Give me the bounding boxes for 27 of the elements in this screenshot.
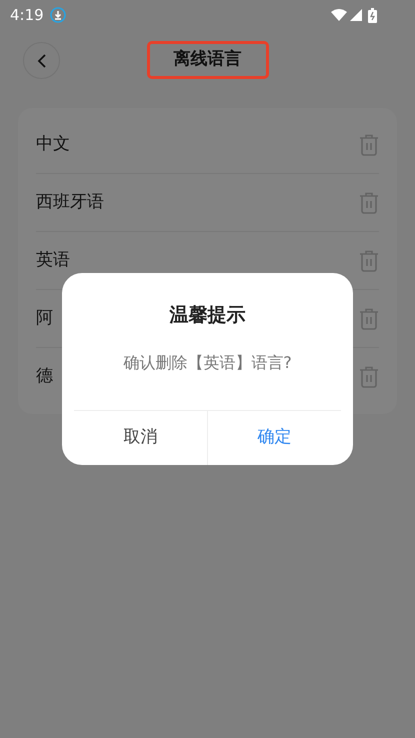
back-icon (36, 54, 46, 68)
language-name: 西班牙语 (36, 190, 104, 214)
delete-button[interactable] (359, 192, 379, 214)
back-button[interactable] (23, 42, 60, 79)
cancel-button[interactable]: 取消 (74, 411, 207, 465)
trash-icon (359, 134, 379, 156)
dialog-title: 温馨提示 (168, 303, 246, 328)
delete-button[interactable] (359, 134, 379, 156)
delete-button[interactable] (359, 308, 379, 330)
trash-icon (359, 366, 379, 388)
delete-button[interactable] (359, 250, 379, 272)
page-title: 离线语言 (146, 41, 268, 79)
trash-icon (359, 250, 379, 272)
status-time: 4:19 (10, 4, 44, 26)
dialog-message: 确认删除【英语】语言? (122, 352, 293, 374)
trash-icon (359, 192, 379, 214)
confirm-button[interactable]: 确定 (207, 411, 341, 465)
language-name: 英语 (36, 248, 70, 272)
trash-icon (359, 308, 379, 330)
signal-icon (350, 9, 362, 21)
language-name: 阿 (36, 306, 53, 330)
download-icon (50, 7, 66, 23)
language-name: 德 (36, 365, 53, 388)
wifi-icon (331, 9, 347, 21)
battery-icon (368, 8, 377, 22)
language-name: 中文 (36, 132, 70, 156)
delete-button[interactable] (359, 366, 379, 388)
